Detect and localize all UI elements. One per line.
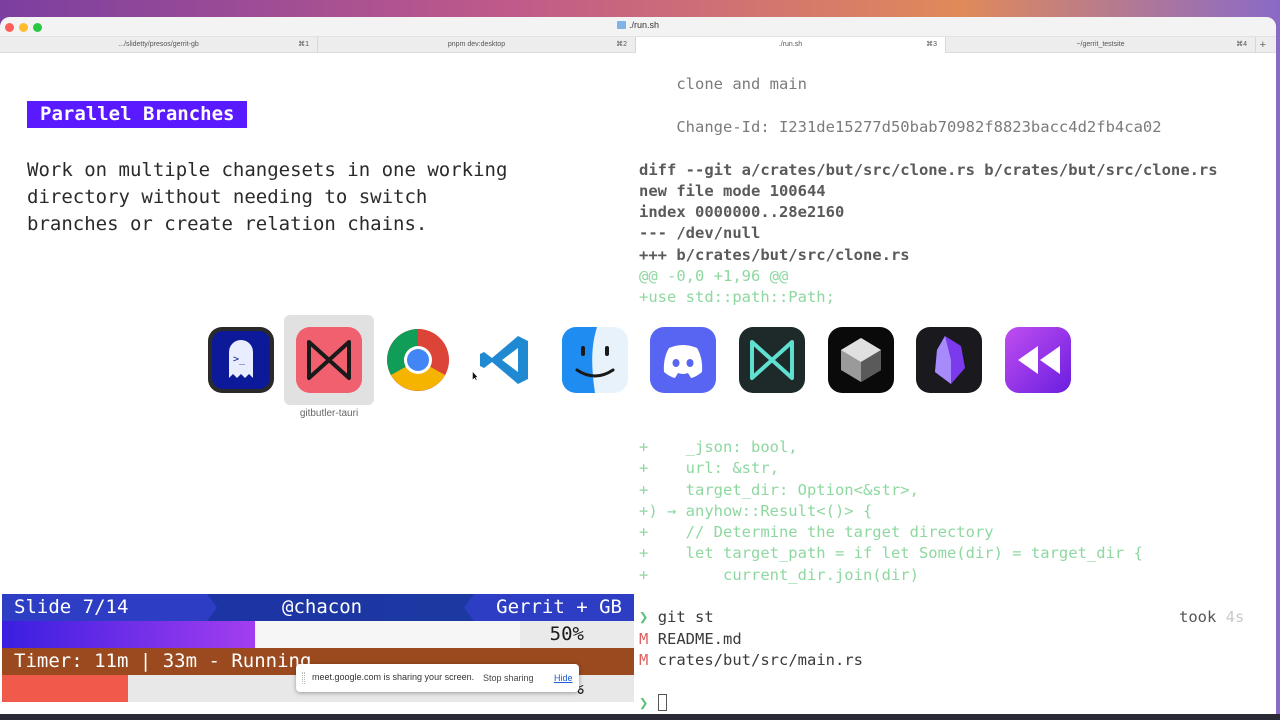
slide-counter: Slide 7/14 — [2, 594, 217, 621]
share-message: meet.google.com is sharing your screen. — [312, 672, 475, 682]
hide-button[interactable]: Hide — [554, 673, 573, 683]
diff-new-file: new file mode 100644 — [639, 182, 826, 200]
stop-sharing-button[interactable]: Stop sharing — [483, 673, 534, 683]
ghostty-icon[interactable]: >_ — [207, 326, 275, 394]
rewind-icon[interactable] — [1004, 326, 1072, 394]
cube-app-icon[interactable] — [827, 326, 895, 394]
prompt-symbol: ❯ — [639, 608, 649, 626]
tab-slidetty[interactable]: .../slidetty/presos/gerrit-gb ⌘1 — [0, 37, 318, 53]
modified-file: M README.md — [639, 630, 742, 648]
slide-progress-label: 50% — [549, 623, 584, 645]
diff-line: + url: &str, — [639, 459, 779, 477]
diff-line: + let target_path = if let Some(dir) = t… — [639, 544, 1143, 562]
obsidian-icon[interactable] — [915, 326, 983, 394]
gitbutler-tauri-icon[interactable] — [295, 326, 363, 394]
window-title: ./run.sh — [0, 20, 1276, 30]
command-text: git st — [657, 608, 714, 626]
slide-progress-fill — [2, 621, 255, 648]
slide-title: Parallel Branches — [27, 101, 248, 128]
title-bar: ./run.sh — [0, 17, 1276, 37]
tab-run-sh[interactable]: ./run.sh ⌘3 — [636, 37, 946, 53]
slide-topic: Gerrit + GB — [464, 594, 634, 621]
input-prompt[interactable]: ❯ — [639, 693, 667, 714]
finder-icon[interactable] — [561, 326, 629, 394]
diff-line: +) → anyhow::Result<()> { — [639, 502, 873, 520]
timer-progress-fill — [2, 675, 129, 702]
diff-header: diff --git a/crates/but/src/clone.rs b/c… — [639, 161, 1218, 179]
vscode-icon[interactable] — [472, 326, 540, 394]
prompt-symbol: ❯ — [639, 694, 649, 712]
command-line: ❯ git st — [639, 607, 714, 628]
command-duration: took 4s — [1179, 608, 1245, 626]
diff-line: + target_dir: Option<&str>, — [639, 481, 919, 499]
change-id: Change-Id: I231de15277d50bab70982f8823ba… — [639, 118, 1162, 136]
mouse-cursor-icon — [472, 371, 478, 381]
screen-share-notification: meet.google.com is sharing your screen. … — [296, 664, 579, 692]
slide-progress: 50% — [2, 621, 634, 648]
drag-handle-icon[interactable] — [302, 672, 305, 684]
dock: >_ — [198, 315, 1086, 405]
modified-file: M crates/but/src/main.rs — [639, 651, 863, 669]
slide-author: @chacon — [282, 596, 363, 618]
chrome-icon[interactable] — [384, 326, 452, 394]
diff-line: + // Determine the target directory — [639, 523, 994, 541]
tab-gerrit-testsite[interactable]: ~/gerrit_testsite ⌘4 — [946, 37, 1256, 53]
diff-line: + _json: bool, — [639, 438, 798, 456]
terminal-icon — [616, 21, 626, 29]
diff-plus-file: +++ b/crates/but/src/clone.rs — [639, 246, 910, 264]
diff-minus-file: --- /dev/null — [639, 224, 761, 242]
svg-text:>_: >_ — [233, 354, 246, 365]
slide-body: Work on multiple changesets in one worki… — [27, 159, 508, 235]
text-cursor — [657, 694, 667, 711]
gitbutler-icon[interactable] — [738, 326, 806, 394]
discord-icon[interactable] — [649, 326, 717, 394]
commit-message: clone and main — [639, 75, 807, 93]
new-tab-button[interactable]: + — [1260, 37, 1266, 53]
diff-hunk-header: @@ -0,0 +1,96 @@ — [639, 267, 789, 285]
slide-status-bar: Slide 7/14 @chacon Gerrit + GB — [2, 594, 634, 621]
diff-index: index 0000000..28e2160 — [639, 203, 845, 221]
dock-tooltip: gitbutler-tauri — [299, 408, 359, 419]
diff-line: +use std::path::Path; — [639, 288, 835, 306]
tab-bar: .../slidetty/presos/gerrit-gb ⌘1 pnpm de… — [0, 37, 1276, 53]
diff-line: + current_dir.join(dir) — [639, 566, 919, 584]
desktop-bottom-strip — [0, 714, 1280, 720]
tab-pnpm-dev[interactable]: pnpm dev:desktop ⌘2 — [318, 37, 636, 53]
